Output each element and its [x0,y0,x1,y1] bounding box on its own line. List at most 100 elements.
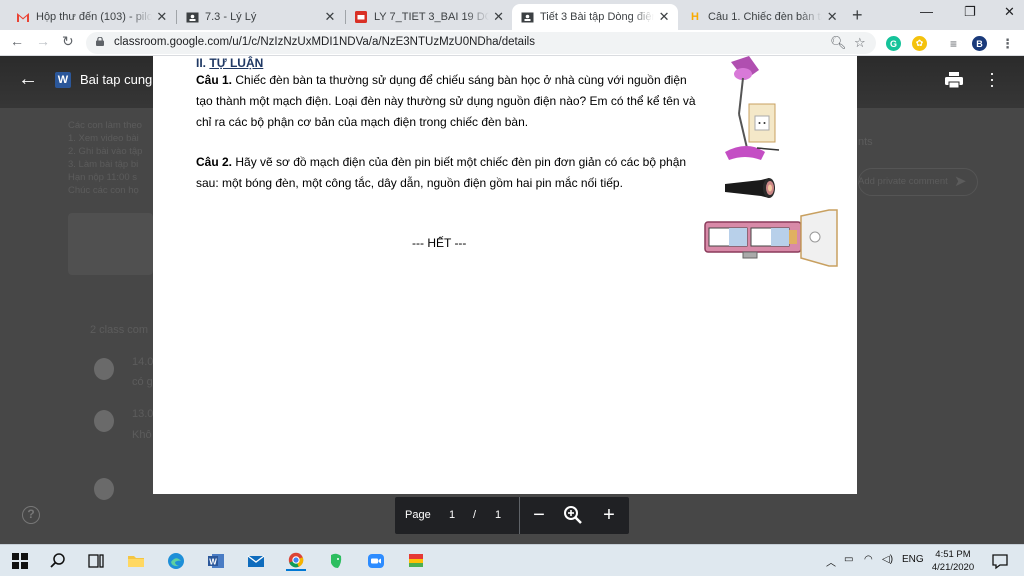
show-hidden-icons-icon[interactable]: ︿ [826,554,836,569]
forward-icon[interactable]: → [36,33,50,49]
file-explorer-icon[interactable] [126,551,146,571]
question-1-label: Câu 1. [196,73,233,87]
word-file-icon: W [55,72,71,88]
question-2-text: Hãy vẽ sơ đồ mạch điện của đèn pin biết … [196,155,687,190]
send-icon: ➤ [954,173,967,190]
slides-icon [354,10,368,24]
question-1-text: Chiếc đèn bàn ta thường sử dụng để chiếu… [196,73,696,129]
profile-avatar[interactable]: B [972,36,987,51]
close-window-icon[interactable]: ✕ [1004,4,1015,20]
tab-title: Hộp thư đến (103) - piloton [36,11,152,23]
section-prefix: II. [196,56,207,70]
battery-icon[interactable]: ▭ [844,554,853,565]
svg-text:W: W [209,558,217,567]
instruction-line: Chúc các con họ [68,185,139,196]
extension-icon[interactable]: ✿ [912,36,927,51]
zoom-in-magnifier-icon[interactable] [561,503,585,527]
hoc247-icon: H [691,11,699,23]
instruction-line: Hạn nộp 11:00 s [68,172,138,183]
tab-title: LY 7_TIET 3_BAI 19 DONG D [374,11,490,23]
comment-time: 13.0 [132,408,154,420]
attachment-card [68,213,153,275]
tab-slides[interactable]: LY 7_TIET 3_BAI 19 DONG D ✕ [346,4,512,30]
chrome-app-icon[interactable] [286,551,306,571]
zoom-app-icon[interactable] [366,551,386,571]
zoom-icon[interactable]: 🔍︎ [830,35,847,51]
word-app-icon[interactable]: W [206,551,226,571]
back-icon[interactable]: ← [10,33,24,49]
instruction-line: 2. Ghi bài vào tập [68,146,143,157]
tab-classroom-tiet3[interactable]: Tiết 3 Bài tập Dòng điện - N ✕ [512,4,678,30]
chrome-menu-icon[interactable]: ⋮ [1000,36,1015,51]
instruction-line: 1. Xem video bài [68,133,139,144]
bluestacks-icon[interactable] [406,551,426,571]
tab-classroom-7-3[interactable]: 7.3 - Lý Lý ✕ [177,4,345,30]
close-tab-icon[interactable]: ✕ [323,9,337,25]
mail-icon[interactable] [246,551,266,571]
zoom-in-icon[interactable]: + [597,503,621,527]
address-bar[interactable]: classroom.google.com/u/1/c/NzIzNzUxMDI1N… [86,32,876,54]
volume-icon[interactable]: ◁) [882,554,893,565]
question-1: Câu 1. Chiếc đèn bàn ta thường sử dụng đ… [196,70,701,133]
desk-lamp-image [725,56,780,160]
question-2-label: Câu 2. [196,155,233,169]
tab-title: Câu 1. Chiếc đèn bàn ta thu [708,11,822,23]
page-navigation-bar: Page 1 / 1 − + [395,497,629,534]
class-comments-label: 2 class com [90,324,149,336]
clock-time: 4:51 PM [935,549,971,560]
windows-taskbar: W ︿ ▭ ◠ ◁) ENG 4:51 PM 4/21/2020 [0,544,1024,576]
network-icon[interactable]: ◠ [864,554,873,565]
close-tab-icon[interactable]: ✕ [658,9,670,25]
instruction-line: Các con làm theo [68,120,142,131]
comment-time: 14.0 [132,356,154,368]
page-separator: / [473,509,477,521]
bookmark-star-icon[interactable]: ☆ [854,35,866,51]
edge-browser-icon[interactable] [166,551,186,571]
browser-tab-strip: Hộp thư đến (103) - piloton ✕ 7.3 - Lý L… [0,0,1024,30]
new-tab-icon[interactable]: + [852,5,863,26]
avatar [94,410,114,432]
lock-icon [96,37,104,46]
minimize-icon[interactable]: — [920,4,933,19]
flashlight-image [725,178,775,198]
reload-icon[interactable]: ↻ [62,33,74,50]
grammarly-icon[interactable]: G [886,36,901,51]
classroom-icon [520,10,534,24]
url-text: classroom.google.com/u/1/c/NzIzNzUxMDI1N… [114,36,535,48]
section-heading-text: TỰ LUẬN [209,56,264,70]
help-icon[interactable]: ? [22,506,40,524]
restore-icon[interactable]: ❐ [964,4,976,20]
divider [519,497,520,534]
tab-gmail[interactable]: Hộp thư đến (103) - piloton ✕ [8,4,176,30]
comment-text: có g [132,376,153,388]
current-page-input[interactable]: 1 [449,509,455,521]
private-comments-label: nts [858,136,873,148]
avatar [94,358,114,380]
page-label: Page [405,509,431,521]
close-tab-icon[interactable]: ✕ [826,9,838,25]
close-tab-icon[interactable]: ✕ [493,9,504,25]
task-view-icon[interactable] [86,551,106,571]
input-language[interactable]: ENG [902,554,924,565]
tab-hoc247[interactable]: H Câu 1. Chiếc đèn bàn ta thu ✕ [680,4,846,30]
windows-start-icon[interactable] [10,551,30,571]
close-tab-icon[interactable]: ✕ [156,9,168,25]
zoom-out-icon[interactable]: − [527,503,551,527]
notifications-icon[interactable] [990,551,1010,571]
classroom-icon [185,10,199,24]
document-page: II. TỰ LUẬN Câu 1. Chiếc đèn bàn ta thườ… [153,56,857,494]
close-viewer-back-icon[interactable]: ← [18,68,38,91]
section-heading: II. TỰ LUẬN [196,56,263,70]
instruction-line: 3. Làm bài tập bi [68,159,139,170]
print-icon[interactable] [944,70,964,90]
evernote-icon[interactable] [326,551,346,571]
tab-title: 7.3 - Lý Lý [205,11,257,23]
search-icon[interactable] [48,551,68,571]
total-pages: 1 [495,509,502,521]
media-control-icon[interactable]: ≡ [946,36,961,51]
avatar [94,478,114,500]
private-comment-placeholder: Add private comment [858,176,948,187]
comment-text: Khô [132,429,152,441]
system-clock[interactable]: 4:51 PM 4/21/2020 [922,548,984,574]
more-options-icon[interactable]: · · · [988,64,996,94]
